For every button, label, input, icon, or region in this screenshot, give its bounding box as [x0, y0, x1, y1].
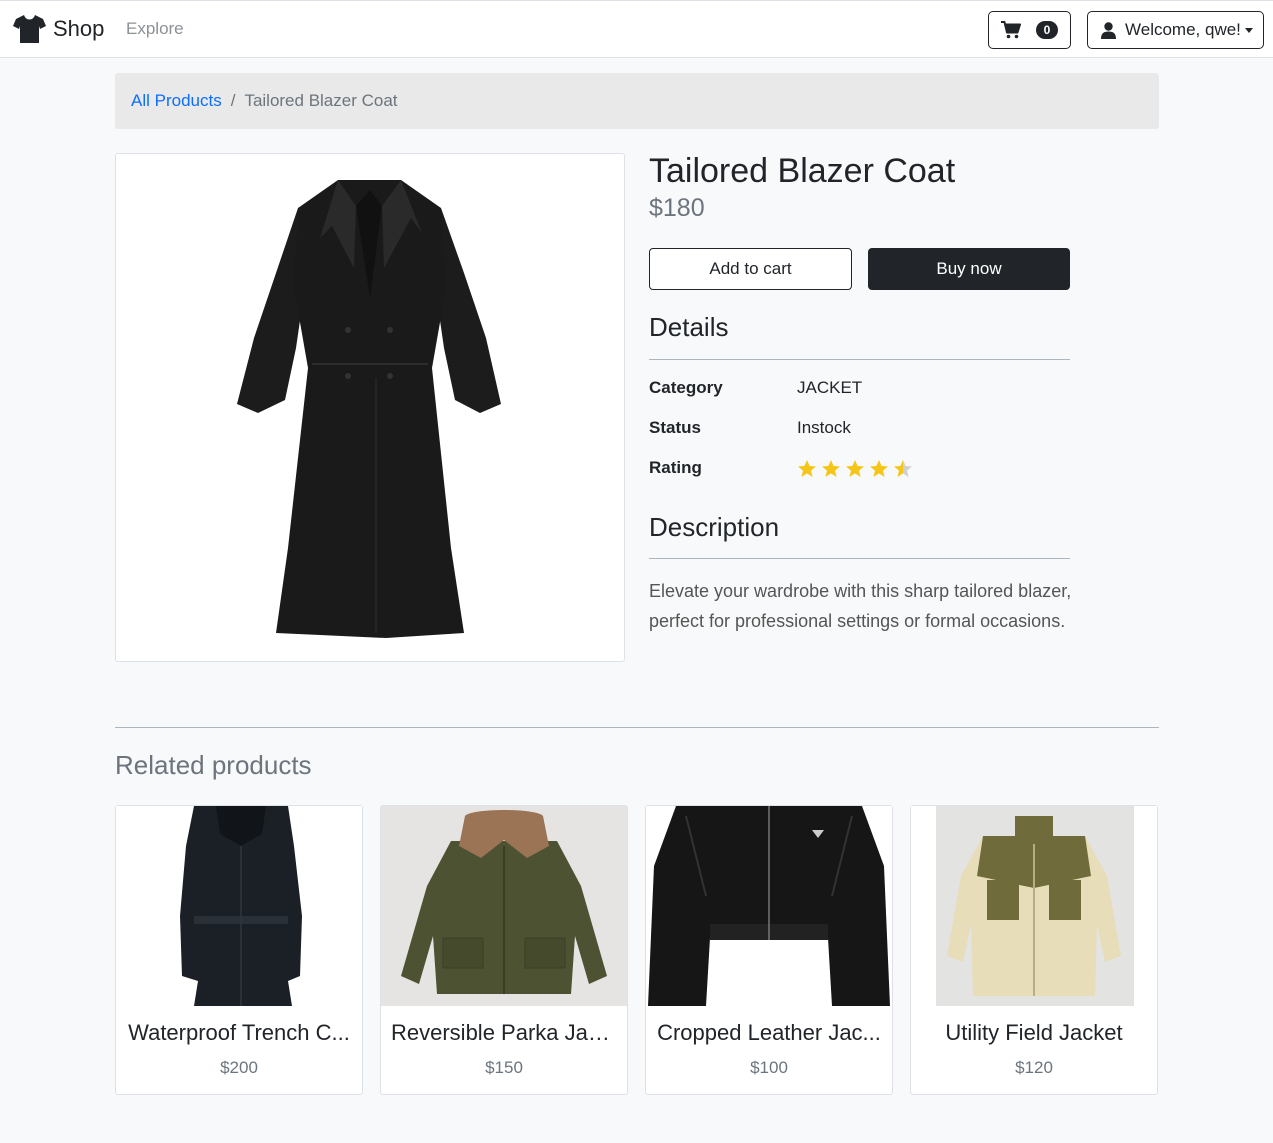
star-full-icon	[870, 460, 888, 477]
cart-icon	[1001, 21, 1021, 39]
related-divider	[115, 727, 1159, 728]
details-divider	[649, 359, 1070, 360]
user-welcome-label: Welcome, qwe!	[1125, 20, 1241, 39]
related-product-title[interactable]: Reversible Parka Jacket	[391, 1020, 617, 1046]
related-product-card[interactable]: Waterproof Trench C... $200	[115, 805, 363, 1095]
star-full-icon	[798, 460, 816, 477]
status-value: Instock	[797, 418, 851, 437]
cart-button[interactable]: 0	[988, 11, 1071, 49]
related-product-card[interactable]: Reversible Parka Jacket $150	[380, 805, 628, 1095]
status-label: Status	[649, 418, 701, 437]
product-title: Tailored Blazer Coat	[649, 152, 956, 190]
brand-name: Shop	[53, 16, 105, 41]
description-heading: Description	[649, 512, 780, 542]
cart-count-badge: 0	[1036, 21, 1058, 39]
star-full-icon	[846, 460, 864, 477]
details-heading: Details	[649, 312, 729, 342]
related-product-title[interactable]: Waterproof Trench C...	[126, 1020, 352, 1046]
parka-jacket-image	[381, 806, 627, 1006]
breadcrumb-separator: /	[230, 91, 236, 110]
buy-now-button[interactable]: Buy now	[868, 248, 1070, 290]
chevron-down-icon	[1244, 27, 1253, 33]
breadcrumb: All Products / Tailored Blazer Coat	[115, 73, 1159, 129]
product-description: Elevate your wardrobe with this sharp ta…	[649, 581, 1072, 631]
trench-coat-image	[116, 806, 362, 1006]
breadcrumb-current: Tailored Blazer Coat	[244, 91, 398, 110]
user-menu-button[interactable]: Welcome, qwe!	[1087, 11, 1264, 49]
navbar: Shop Explore 0 Welcome, qwe!	[0, 0, 1273, 58]
star-half-icon	[894, 460, 912, 477]
user-icon	[1101, 21, 1116, 39]
related-product-price: $120	[1015, 1058, 1053, 1077]
related-product-price: $100	[750, 1058, 788, 1077]
coat-image	[237, 180, 501, 638]
category-label: Category	[649, 378, 723, 397]
field-jacket-image	[911, 806, 1157, 1006]
nav-explore-link[interactable]: Explore	[126, 19, 184, 39]
related-heading: Related products	[115, 750, 312, 780]
rating-label: Rating	[649, 458, 702, 477]
related-product-price: $200	[220, 1058, 258, 1077]
breadcrumb-all-products[interactable]: All Products	[131, 91, 222, 111]
add-to-cart-button[interactable]: Add to cart	[649, 248, 852, 290]
product-price: $180	[649, 194, 705, 222]
related-product-card[interactable]: Cropped Leather Jac... $100	[645, 805, 893, 1095]
brand-link[interactable]: Shop	[13, 14, 104, 44]
related-product-card[interactable]: Utility Field Jacket $120	[910, 805, 1158, 1095]
tshirt-icon	[13, 15, 46, 43]
related-product-title[interactable]: Utility Field Jacket	[921, 1020, 1147, 1046]
product-image	[115, 153, 625, 662]
description-divider	[649, 558, 1070, 559]
star-full-icon	[822, 460, 840, 477]
category-value: JACKET	[797, 378, 863, 397]
related-product-price: $150	[485, 1058, 523, 1077]
related-product-title[interactable]: Cropped Leather Jac...	[656, 1020, 882, 1046]
leather-jacket-image	[646, 806, 892, 1006]
rating-stars	[797, 459, 913, 479]
